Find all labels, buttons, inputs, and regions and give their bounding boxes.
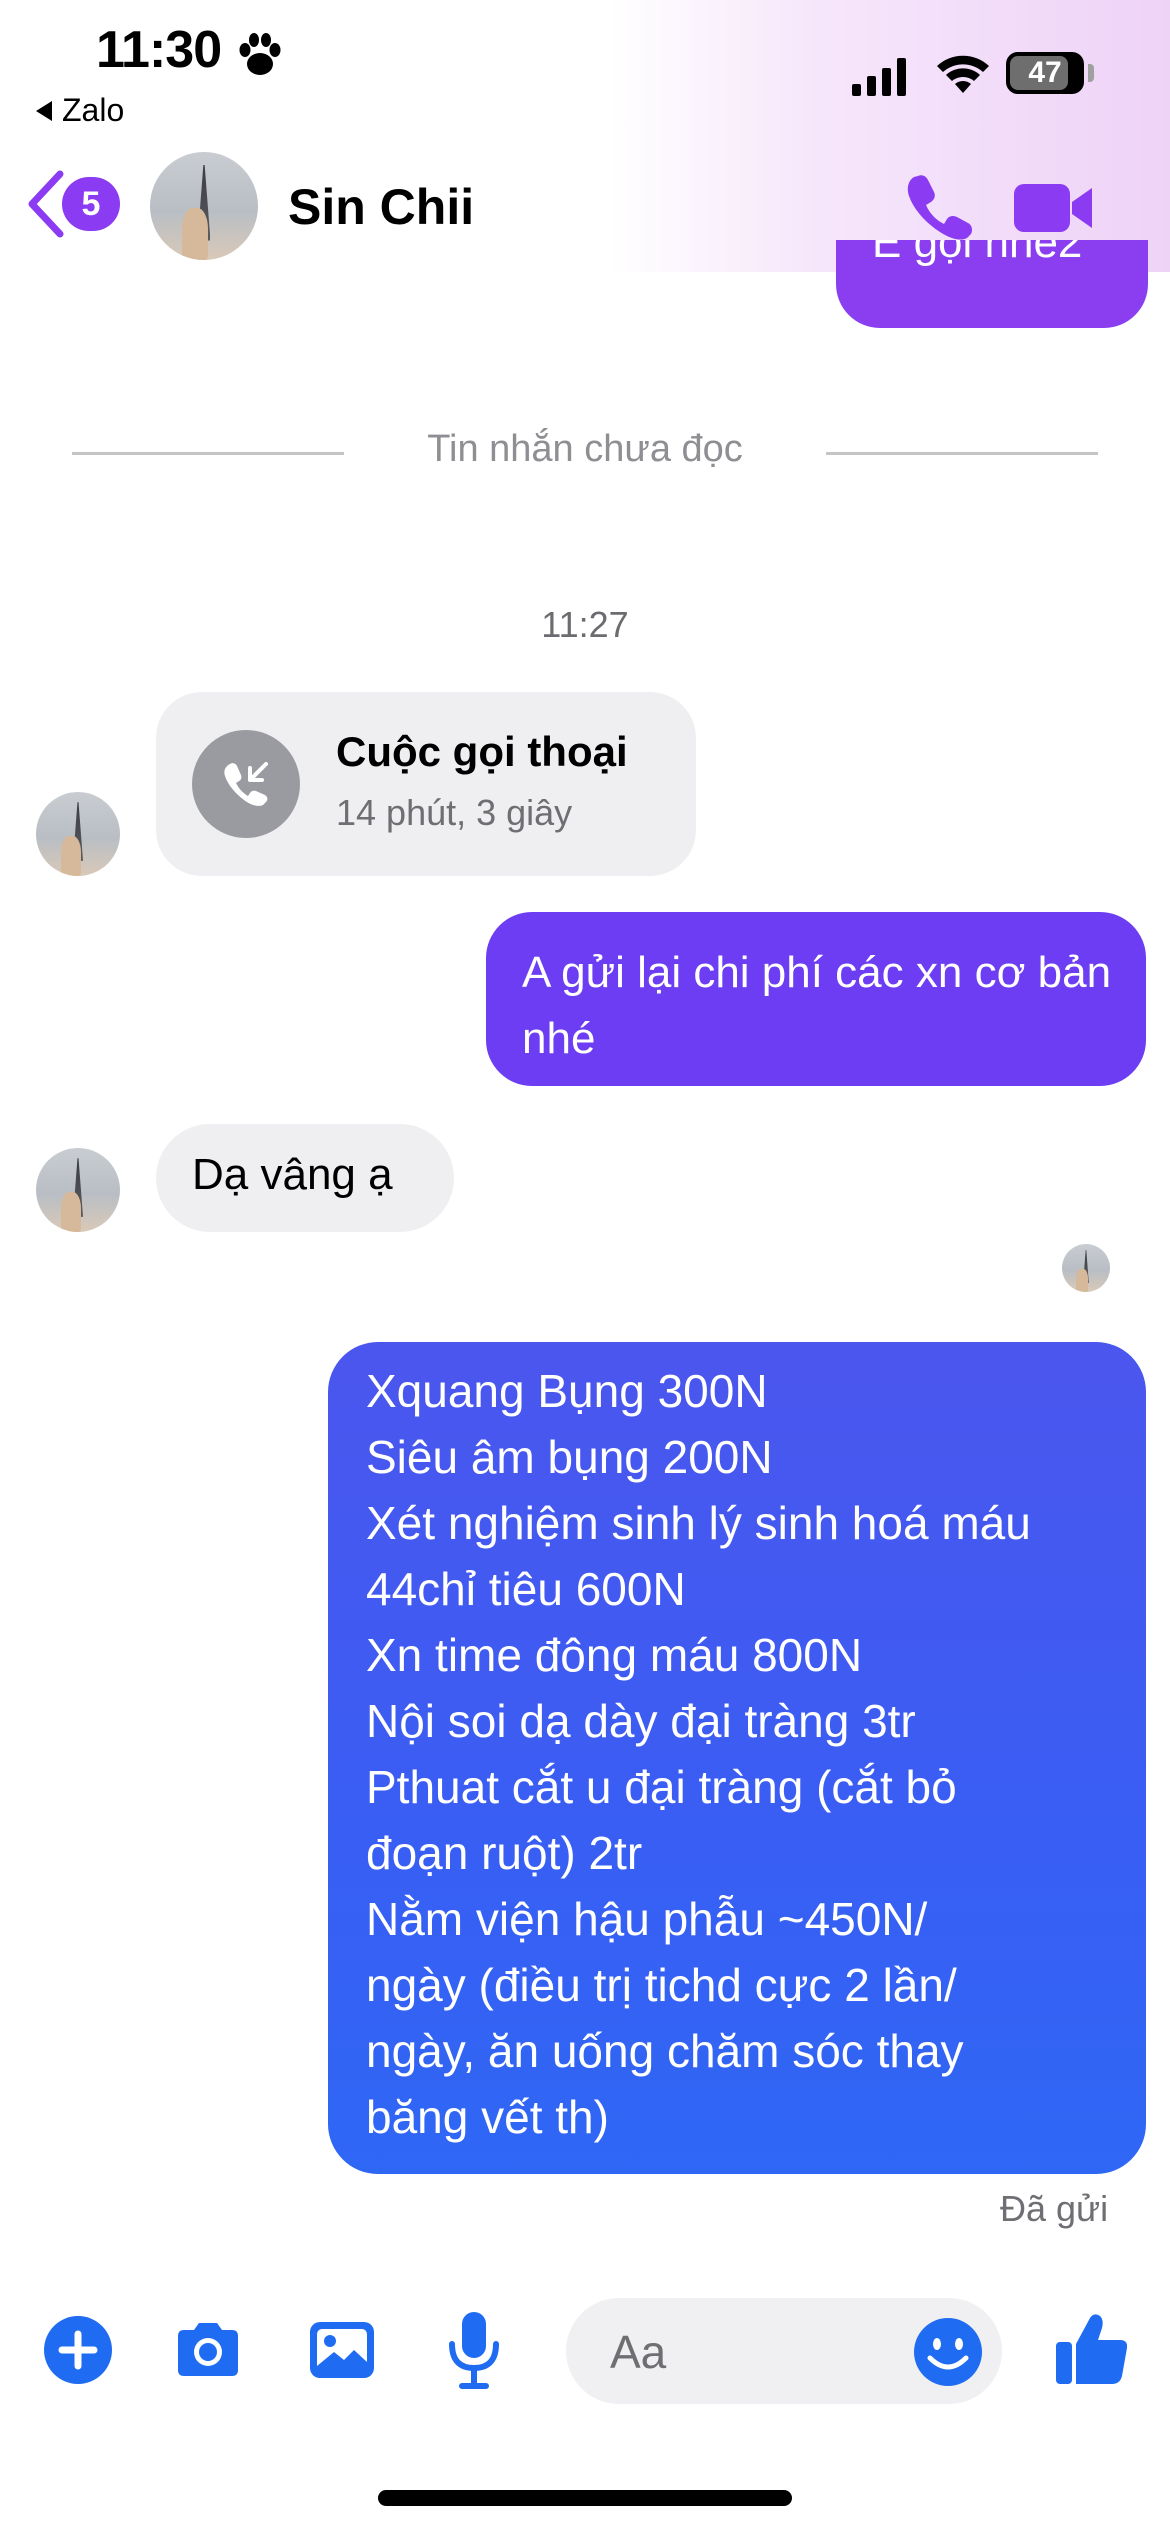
message-line: Pthuat cắt u đại tràng (cắt bỏ — [366, 1761, 957, 1813]
battery-level: 47 — [1028, 56, 1062, 89]
back-app-label: Zalo — [62, 92, 125, 128]
back-triangle-icon — [36, 100, 52, 121]
outgoing-message-text: A gửi lại chi phí các xn cơ bản nhé — [522, 948, 1112, 1063]
battery-icon: 47 — [1006, 52, 1084, 94]
call-title: Cuộc gọi thoại — [336, 728, 628, 775]
sent-status: Đã gửi — [1000, 2188, 1109, 2229]
microphone-icon[interactable] — [438, 2308, 510, 2392]
message-line: Nội soi dạ dày đại tràng 3tr — [366, 1695, 916, 1747]
call-duration: 14 phút, 3 giây — [336, 792, 573, 833]
message-line: 44chỉ tiêu 600N — [366, 1563, 686, 1615]
message-line: Siêu âm bụng 200N — [366, 1431, 773, 1483]
home-indicator[interactable] — [378, 2490, 792, 2506]
paw-icon — [239, 33, 281, 75]
contact-avatar[interactable] — [150, 152, 258, 260]
back-to-app-link[interactable]: Zalo — [36, 92, 124, 129]
incoming-message-text: Dạ vâng ạ — [192, 1150, 393, 1199]
divider-line-right — [826, 452, 1098, 455]
wifi-icon — [937, 55, 989, 93]
message-line: Xquang Bụng 300N — [366, 1365, 768, 1417]
video-camera-icon[interactable] — [1012, 180, 1096, 236]
message-line: đoạn ruột) 2tr — [366, 1827, 643, 1879]
incoming-message[interactable]: Dạ vâng ạ — [156, 1124, 454, 1232]
phone-arrow-icon — [224, 762, 268, 806]
outgoing-message[interactable]: A gửi lại chi phí các xn cơ bản nhé — [486, 912, 1146, 1086]
phone-icon[interactable] — [904, 172, 974, 240]
camera-icon[interactable] — [172, 2314, 244, 2386]
battery-tip — [1088, 64, 1094, 82]
sender-avatar[interactable] — [36, 1148, 120, 1232]
plus-icon[interactable] — [42, 2314, 114, 2386]
emoji-icon[interactable] — [912, 2316, 984, 2388]
outgoing-message-cost-list[interactable]: Xquang Bụng 300N Siêu âm bụng 200N Xét n… — [328, 1342, 1146, 2174]
unread-count-badge[interactable]: 5 — [62, 177, 120, 231]
incoming-call-icon — [192, 730, 300, 838]
contact-name[interactable]: Sin Chii — [288, 178, 474, 236]
message-line: Nằm viện hậu phẫu ~450N/ — [366, 1893, 928, 1945]
partial-outgoing-message[interactable]: E gọi nhé2 — [836, 240, 1148, 328]
photo-icon[interactable] — [306, 2314, 378, 2386]
message-line: Xn time đông máu 800N — [366, 1629, 863, 1681]
message-line: ngày, ăn uống chăm sóc thay — [366, 2025, 964, 2077]
cellular-signal-icon — [852, 56, 906, 96]
sender-avatar[interactable] — [36, 792, 120, 876]
partial-message-text: E gọi nhé2 — [872, 240, 1083, 267]
message-timestamp: 11:27 — [541, 604, 629, 645]
thumbs-up-icon[interactable] — [1052, 2308, 1132, 2388]
message-line: Xét nghiệm sinh lý sinh hoá máu — [366, 1497, 1031, 1549]
status-time: 11:30 — [96, 21, 222, 79]
seen-indicator-avatar — [1062, 1244, 1110, 1292]
unread-divider-label: Tin nhắn chưa đọc — [427, 428, 743, 470]
message-input[interactable] — [608, 2324, 892, 2380]
message-line: băng vết th) — [366, 2091, 609, 2143]
message-line: ngày (điều trị tichd cực 2 lần/ — [366, 1959, 957, 2011]
